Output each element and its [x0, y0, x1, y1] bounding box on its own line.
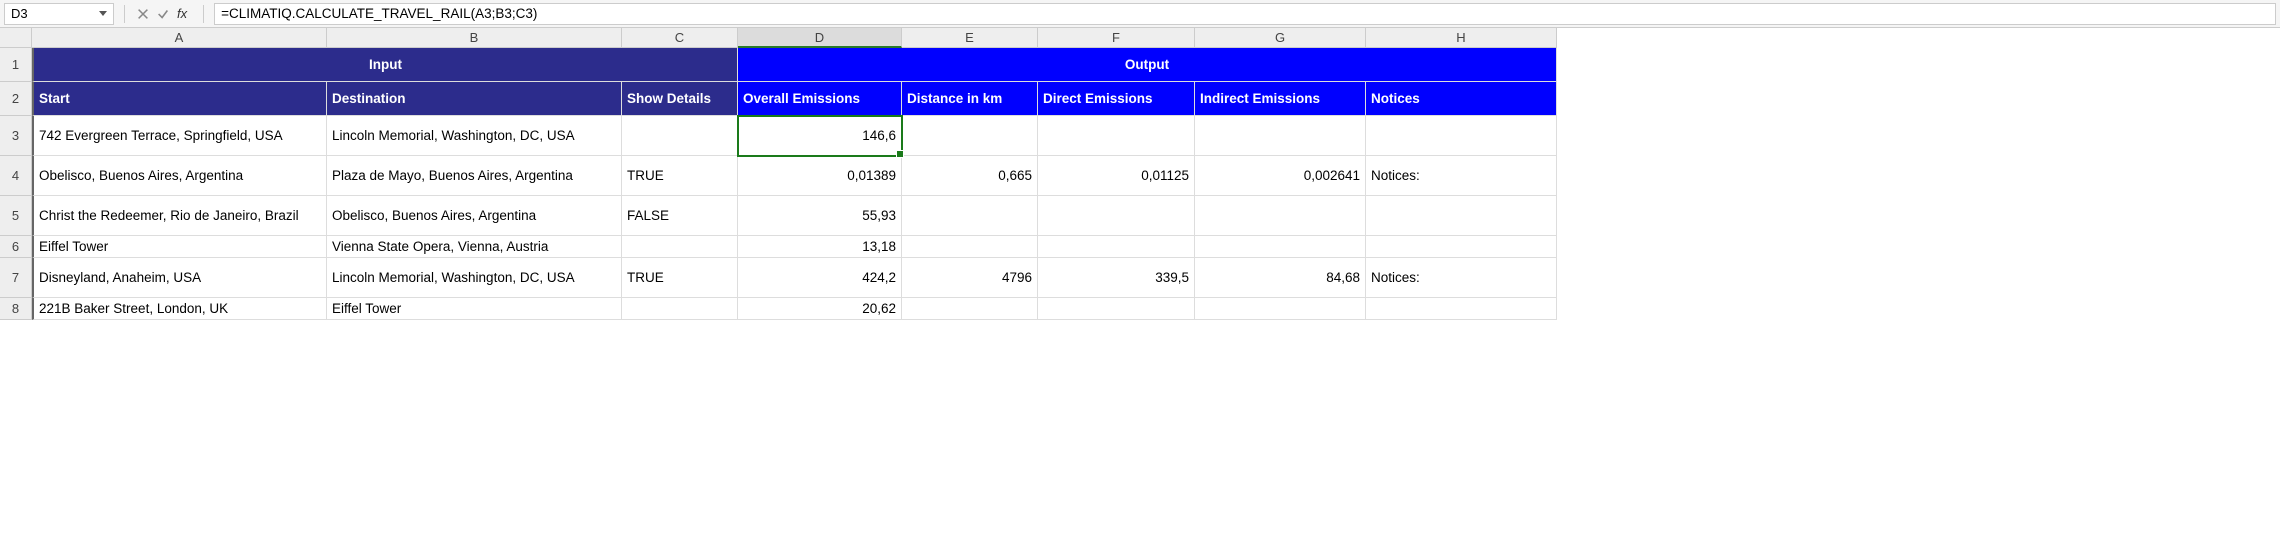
- input-header[interactable]: Input: [32, 48, 738, 82]
- col-head-H[interactable]: H: [1366, 28, 1557, 48]
- cell-C3[interactable]: [622, 116, 738, 156]
- cell-B4[interactable]: Plaza de Mayo, Buenos Aires, Argentina: [327, 156, 622, 196]
- cell-D8[interactable]: 20,62: [738, 298, 902, 320]
- fx-label[interactable]: fx: [177, 6, 187, 21]
- row-head-1[interactable]: 1: [0, 48, 32, 82]
- cell-D7[interactable]: 424,2: [738, 258, 902, 298]
- cell-B7[interactable]: Lincoln Memorial, Washington, DC, USA: [327, 258, 622, 298]
- cell-G5[interactable]: [1195, 196, 1366, 236]
- cell-H4[interactable]: Notices:: [1366, 156, 1557, 196]
- notices-header[interactable]: Notices: [1366, 82, 1557, 116]
- row-head-3[interactable]: 3: [0, 116, 32, 156]
- cell-F8[interactable]: [1038, 298, 1195, 320]
- cell-F4[interactable]: 0,01125: [1038, 156, 1195, 196]
- cell-A7[interactable]: Disneyland, Anaheim, USA: [32, 258, 327, 298]
- spreadsheet-grid: A B C D E F G H 1 Input Output 2 Start D…: [0, 28, 2280, 320]
- col-head-F[interactable]: F: [1038, 28, 1195, 48]
- row-head-7[interactable]: 7: [0, 258, 32, 298]
- cell-F7[interactable]: 339,5: [1038, 258, 1195, 298]
- output-header[interactable]: Output: [738, 48, 1557, 82]
- cell-H8[interactable]: [1366, 298, 1557, 320]
- select-all-corner[interactable]: [0, 28, 32, 48]
- cell-H5[interactable]: [1366, 196, 1557, 236]
- cell-E8[interactable]: [902, 298, 1038, 320]
- cell-F5[interactable]: [1038, 196, 1195, 236]
- cell-G8[interactable]: [1195, 298, 1366, 320]
- cancel-icon[interactable]: [135, 6, 151, 22]
- divider: [203, 5, 204, 23]
- row-head-8[interactable]: 8: [0, 298, 32, 320]
- col-head-E[interactable]: E: [902, 28, 1038, 48]
- cell-C8[interactable]: [622, 298, 738, 320]
- cell-C7[interactable]: TRUE: [622, 258, 738, 298]
- cell-C4[interactable]: TRUE: [622, 156, 738, 196]
- cell-D5[interactable]: 55,93: [738, 196, 902, 236]
- row-head-5[interactable]: 5: [0, 196, 32, 236]
- accept-icon[interactable]: [155, 6, 171, 22]
- cell-F6[interactable]: [1038, 236, 1195, 258]
- show-details-header[interactable]: Show Details: [622, 82, 738, 116]
- cell-E7[interactable]: 4796: [902, 258, 1038, 298]
- cell-A4[interactable]: Obelisco, Buenos Aires, Argentina: [32, 156, 327, 196]
- cell-G3[interactable]: [1195, 116, 1366, 156]
- cell-D4[interactable]: 0,01389: [738, 156, 902, 196]
- cell-C6[interactable]: [622, 236, 738, 258]
- cell-B8[interactable]: Eiffel Tower: [327, 298, 622, 320]
- chevron-down-icon: [99, 11, 107, 16]
- cell-B3[interactable]: Lincoln Memorial, Washington, DC, USA: [327, 116, 622, 156]
- name-box-value: D3: [11, 6, 28, 21]
- cell-A5[interactable]: Christ the Redeemer, Rio de Janeiro, Bra…: [32, 196, 327, 236]
- cell-B6[interactable]: Vienna State Opera, Vienna, Austria: [327, 236, 622, 258]
- row-head-2[interactable]: 2: [0, 82, 32, 116]
- row-head-4[interactable]: 4: [0, 156, 32, 196]
- distance-header[interactable]: Distance in km: [902, 82, 1038, 116]
- row-head-6[interactable]: 6: [0, 236, 32, 258]
- divider: [124, 5, 125, 23]
- direct-emissions-header[interactable]: Direct Emissions: [1038, 82, 1195, 116]
- cell-E5[interactable]: [902, 196, 1038, 236]
- cell-A3[interactable]: 742 Evergreen Terrace, Springfield, USA: [32, 116, 327, 156]
- cell-H6[interactable]: [1366, 236, 1557, 258]
- formula-text: =CLIMATIQ.CALCULATE_TRAVEL_RAIL(A3;B3;C3…: [221, 6, 537, 21]
- overall-emissions-header[interactable]: Overall Emissions: [738, 82, 902, 116]
- formula-input[interactable]: =CLIMATIQ.CALCULATE_TRAVEL_RAIL(A3;B3;C3…: [214, 3, 2276, 25]
- cell-A8[interactable]: 221B Baker Street, London, UK: [32, 298, 327, 320]
- cell-G7[interactable]: 84,68: [1195, 258, 1366, 298]
- cell-H7[interactable]: Notices:: [1366, 258, 1557, 298]
- cell-D3[interactable]: 146,6: [738, 116, 902, 156]
- col-head-D[interactable]: D: [738, 28, 902, 48]
- formula-bar: D3 fx =CLIMATIQ.CALCULATE_TRAVEL_RAIL(A3…: [0, 0, 2280, 28]
- col-head-G[interactable]: G: [1195, 28, 1366, 48]
- name-box[interactable]: D3: [4, 3, 114, 25]
- col-head-A[interactable]: A: [32, 28, 327, 48]
- destination-header[interactable]: Destination: [327, 82, 622, 116]
- cell-E4[interactable]: 0,665: [902, 156, 1038, 196]
- cell-C5[interactable]: FALSE: [622, 196, 738, 236]
- col-head-B[interactable]: B: [327, 28, 622, 48]
- cell-E3[interactable]: [902, 116, 1038, 156]
- cell-H3[interactable]: [1366, 116, 1557, 156]
- cell-G6[interactable]: [1195, 236, 1366, 258]
- start-header[interactable]: Start: [32, 82, 327, 116]
- col-head-C[interactable]: C: [622, 28, 738, 48]
- cell-G4[interactable]: 0,002641: [1195, 156, 1366, 196]
- cell-B5[interactable]: Obelisco, Buenos Aires, Argentina: [327, 196, 622, 236]
- cell-E6[interactable]: [902, 236, 1038, 258]
- indirect-emissions-header[interactable]: Indirect Emissions: [1195, 82, 1366, 116]
- cell-A6[interactable]: Eiffel Tower: [32, 236, 327, 258]
- cell-D6[interactable]: 13,18: [738, 236, 902, 258]
- cell-F3[interactable]: [1038, 116, 1195, 156]
